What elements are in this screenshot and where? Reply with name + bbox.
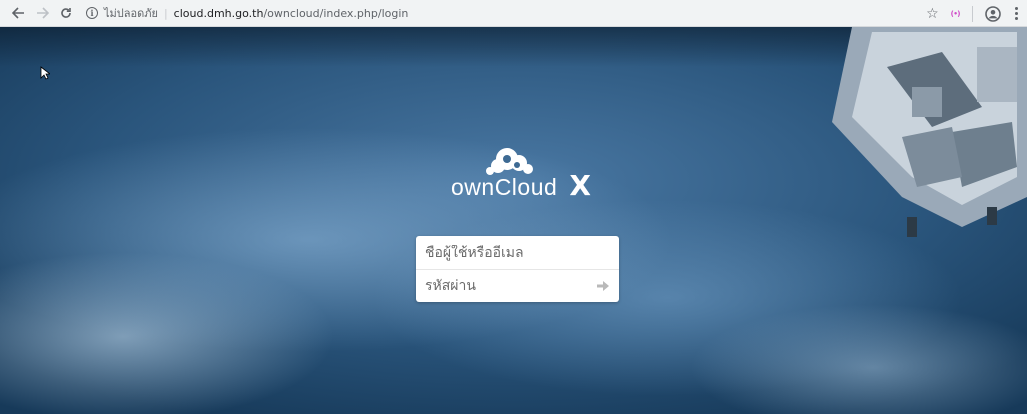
info-icon[interactable]: i xyxy=(86,7,98,19)
username-field-row xyxy=(416,236,619,269)
back-button[interactable] xyxy=(8,3,28,23)
login-form xyxy=(416,236,619,302)
password-field-row xyxy=(416,269,619,302)
arrow-right-icon xyxy=(597,281,609,291)
toolbar-divider xyxy=(972,5,973,22)
address-bar[interactable]: i ไม่ปลอดภัย | cloud.dmh.go.th/owncloud/… xyxy=(86,2,408,24)
satellite-image xyxy=(832,27,1027,237)
url-separator: | xyxy=(163,6,168,20)
security-label: ไม่ปลอดภัย xyxy=(104,7,158,20)
forward-button[interactable] xyxy=(32,3,52,23)
username-input[interactable] xyxy=(425,244,610,261)
logo-x-mark: X xyxy=(569,169,591,202)
arrow-right-icon xyxy=(36,7,49,19)
url-path: /owncloud/index.php/login xyxy=(263,6,409,20)
profile-icon[interactable] xyxy=(985,5,1001,22)
toolbar-actions: ☆ (•) xyxy=(926,0,1019,27)
arrow-left-icon xyxy=(11,7,24,19)
logo-wordmark: ownCloud xyxy=(451,174,558,200)
reload-button[interactable] xyxy=(56,3,76,23)
login-page: ownCloud X xyxy=(0,27,1027,414)
star-icon[interactable]: ☆ xyxy=(926,6,939,22)
mouse-cursor-icon xyxy=(40,66,50,80)
nav-buttons xyxy=(8,3,76,23)
extension-icon[interactable]: (•) xyxy=(951,10,961,18)
submit-button[interactable] xyxy=(596,279,610,293)
reload-icon xyxy=(61,8,71,18)
url-host: cloud.dmh.go.th xyxy=(173,6,264,20)
browser-toolbar: i ไม่ปลอดภัย | cloud.dmh.go.th/owncloud/… xyxy=(0,0,1027,27)
owncloud-logo: ownCloud X xyxy=(451,145,591,202)
password-input[interactable] xyxy=(425,278,596,294)
menu-icon[interactable] xyxy=(1013,7,1019,20)
